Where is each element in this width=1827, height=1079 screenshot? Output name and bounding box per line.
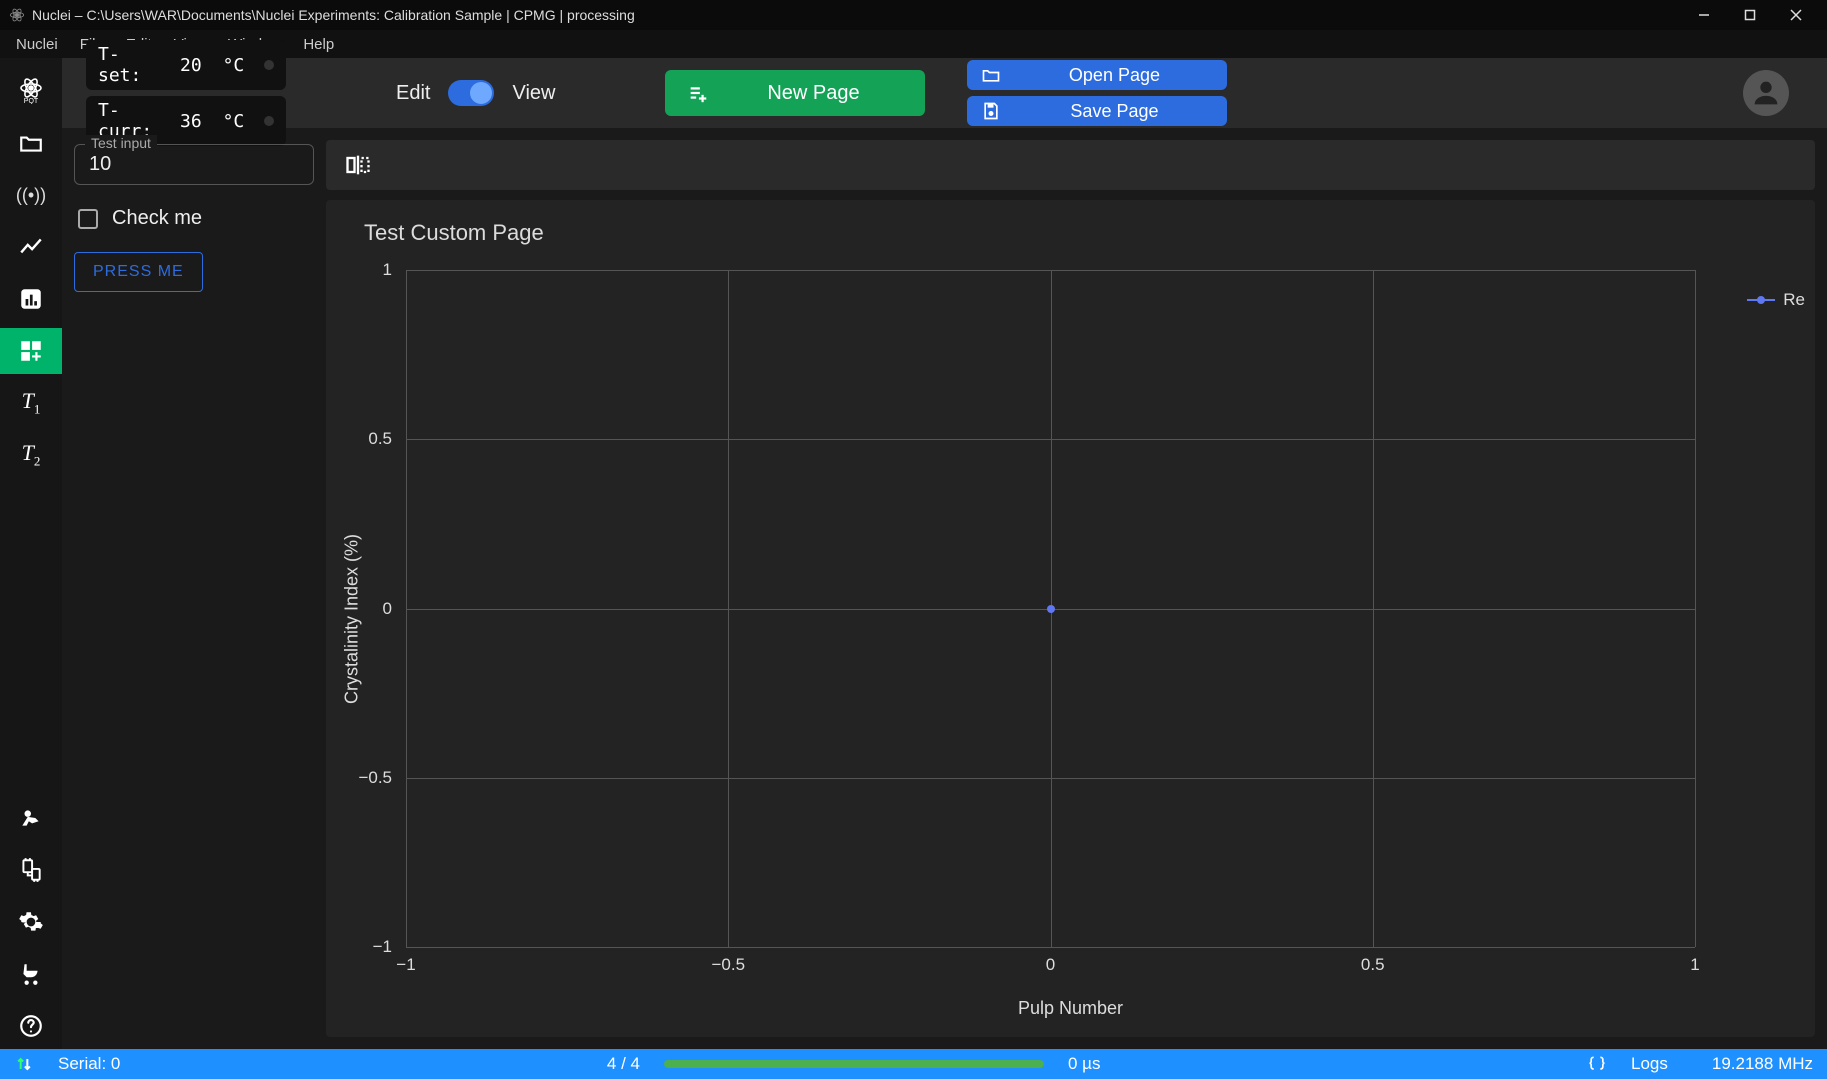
x-axis-label: Pulp Number: [1018, 998, 1123, 1019]
sidebar-help[interactable]: [0, 1003, 62, 1049]
ytick: −0.5: [358, 768, 406, 788]
sidebar-line-chart[interactable]: [0, 224, 62, 270]
xtick: −1: [396, 947, 415, 975]
t-set-label: T-set:: [98, 44, 159, 86]
maximize-button[interactable]: [1727, 0, 1773, 30]
sidebar-grid-add[interactable]: [0, 328, 62, 374]
progress-bar: [664, 1060, 1044, 1068]
window-title: Nuclei – C:\Users\WAR\Documents\Nuclei E…: [32, 7, 635, 23]
new-page-button[interactable]: New Page: [665, 70, 925, 116]
sidebar-bar-chart[interactable]: [0, 276, 62, 322]
ytick: 0.5: [368, 429, 406, 449]
ytick: 1: [383, 260, 406, 280]
plot-area[interactable]: Test Custom Page Crystalinity Index (%) …: [326, 200, 1815, 1037]
mirror-icon[interactable]: [344, 151, 372, 179]
press-me-button[interactable]: PRESS ME: [74, 252, 203, 292]
serial-status: Serial: 0: [58, 1054, 120, 1074]
page-buttons: Open Page Save Page: [967, 60, 1227, 126]
t-set-indicator: [264, 60, 274, 70]
sidebar-hardware[interactable]: [0, 847, 62, 893]
test-input-legend: Test input: [85, 135, 157, 151]
t1-icon: T1: [22, 388, 41, 417]
check-label: Check me: [112, 207, 202, 230]
sidebar-dig[interactable]: [0, 795, 62, 841]
legend-marker: [1747, 299, 1775, 301]
sidebar-pulse-seq[interactable]: PQT: [0, 68, 62, 114]
t-set-unit: °C: [223, 55, 253, 76]
status-bar: Serial: 0 4 / 4 0 µs Logs 19.2188 MHz: [0, 1049, 1827, 1079]
xtick: 1: [1690, 947, 1699, 975]
save-page-button[interactable]: Save Page: [967, 96, 1227, 126]
xtick: −0.5: [711, 947, 745, 975]
open-page-label: Open Page: [1015, 65, 1213, 86]
toolbar: T-set: 20 °C T-curr: 36 °C Edit View: [62, 58, 1827, 128]
menu-nuclei[interactable]: Nuclei: [6, 34, 68, 55]
mode-toggle: Edit View: [396, 80, 555, 106]
sidebar: PQT ((•)) T1 T2: [0, 58, 62, 1049]
progress-count: 4 / 4: [607, 1054, 640, 1074]
chart-title: Test Custom Page: [364, 220, 1787, 246]
save-page-label: Save Page: [1015, 101, 1213, 122]
t-set-value: 20: [171, 55, 210, 76]
plot-canvas: 1 0.5 0 −0.5 −1 −1 −0.5 0 0.5 1: [406, 270, 1695, 947]
menu-help[interactable]: Help: [293, 34, 344, 55]
logs-label[interactable]: Logs: [1631, 1054, 1668, 1074]
t-curr-indicator: [264, 116, 274, 126]
close-button[interactable]: [1773, 0, 1819, 30]
sidebar-t1[interactable]: T1: [0, 380, 62, 426]
ytick: 0: [383, 599, 406, 619]
sidebar-t2[interactable]: T2: [0, 432, 62, 478]
xtick: 0.5: [1361, 947, 1385, 975]
chart-legend: Re: [1747, 290, 1805, 310]
sidebar-folder[interactable]: [0, 120, 62, 166]
app-icon: [8, 6, 26, 24]
title-bar: Nuclei – C:\Users\WAR\Documents\Nuclei E…: [0, 0, 1827, 30]
y-axis-label: Crystalinity Index (%): [342, 533, 363, 703]
svg-text:PQT: PQT: [24, 98, 39, 104]
t-set-row[interactable]: T-set: 20 °C: [86, 40, 286, 90]
xtick: 0: [1046, 947, 1055, 975]
chart-toolbar: [326, 140, 1815, 190]
time-status: 0 µs: [1068, 1054, 1100, 1074]
t2-icon: T2: [22, 440, 41, 469]
new-page-label: New Page: [723, 82, 903, 105]
test-input[interactable]: [89, 153, 299, 176]
chart-column: Test Custom Page Crystalinity Index (%) …: [326, 140, 1815, 1037]
sidebar-settings[interactable]: [0, 899, 62, 945]
updown-icon[interactable]: [14, 1054, 34, 1074]
minimize-button[interactable]: [1681, 0, 1727, 30]
user-avatar[interactable]: [1743, 70, 1789, 116]
check-box[interactable]: [78, 209, 98, 229]
left-panel: Test input Check me PRESS ME: [74, 140, 314, 1037]
freq-status: 19.2188 MHz: [1712, 1054, 1813, 1074]
legend-label: Re: [1783, 290, 1805, 310]
data-point: [1047, 605, 1055, 613]
view-label: View: [512, 82, 555, 105]
signal-icon: ((•)): [16, 185, 46, 206]
check-row[interactable]: Check me: [74, 207, 314, 230]
open-page-button[interactable]: Open Page: [967, 60, 1227, 90]
mode-switch[interactable]: [448, 80, 494, 106]
sidebar-stroller[interactable]: [0, 951, 62, 997]
test-input-wrap: Test input: [74, 144, 314, 185]
braces-icon[interactable]: [1587, 1054, 1607, 1074]
sidebar-signal[interactable]: ((•)): [0, 172, 62, 218]
edit-label: Edit: [396, 82, 430, 105]
